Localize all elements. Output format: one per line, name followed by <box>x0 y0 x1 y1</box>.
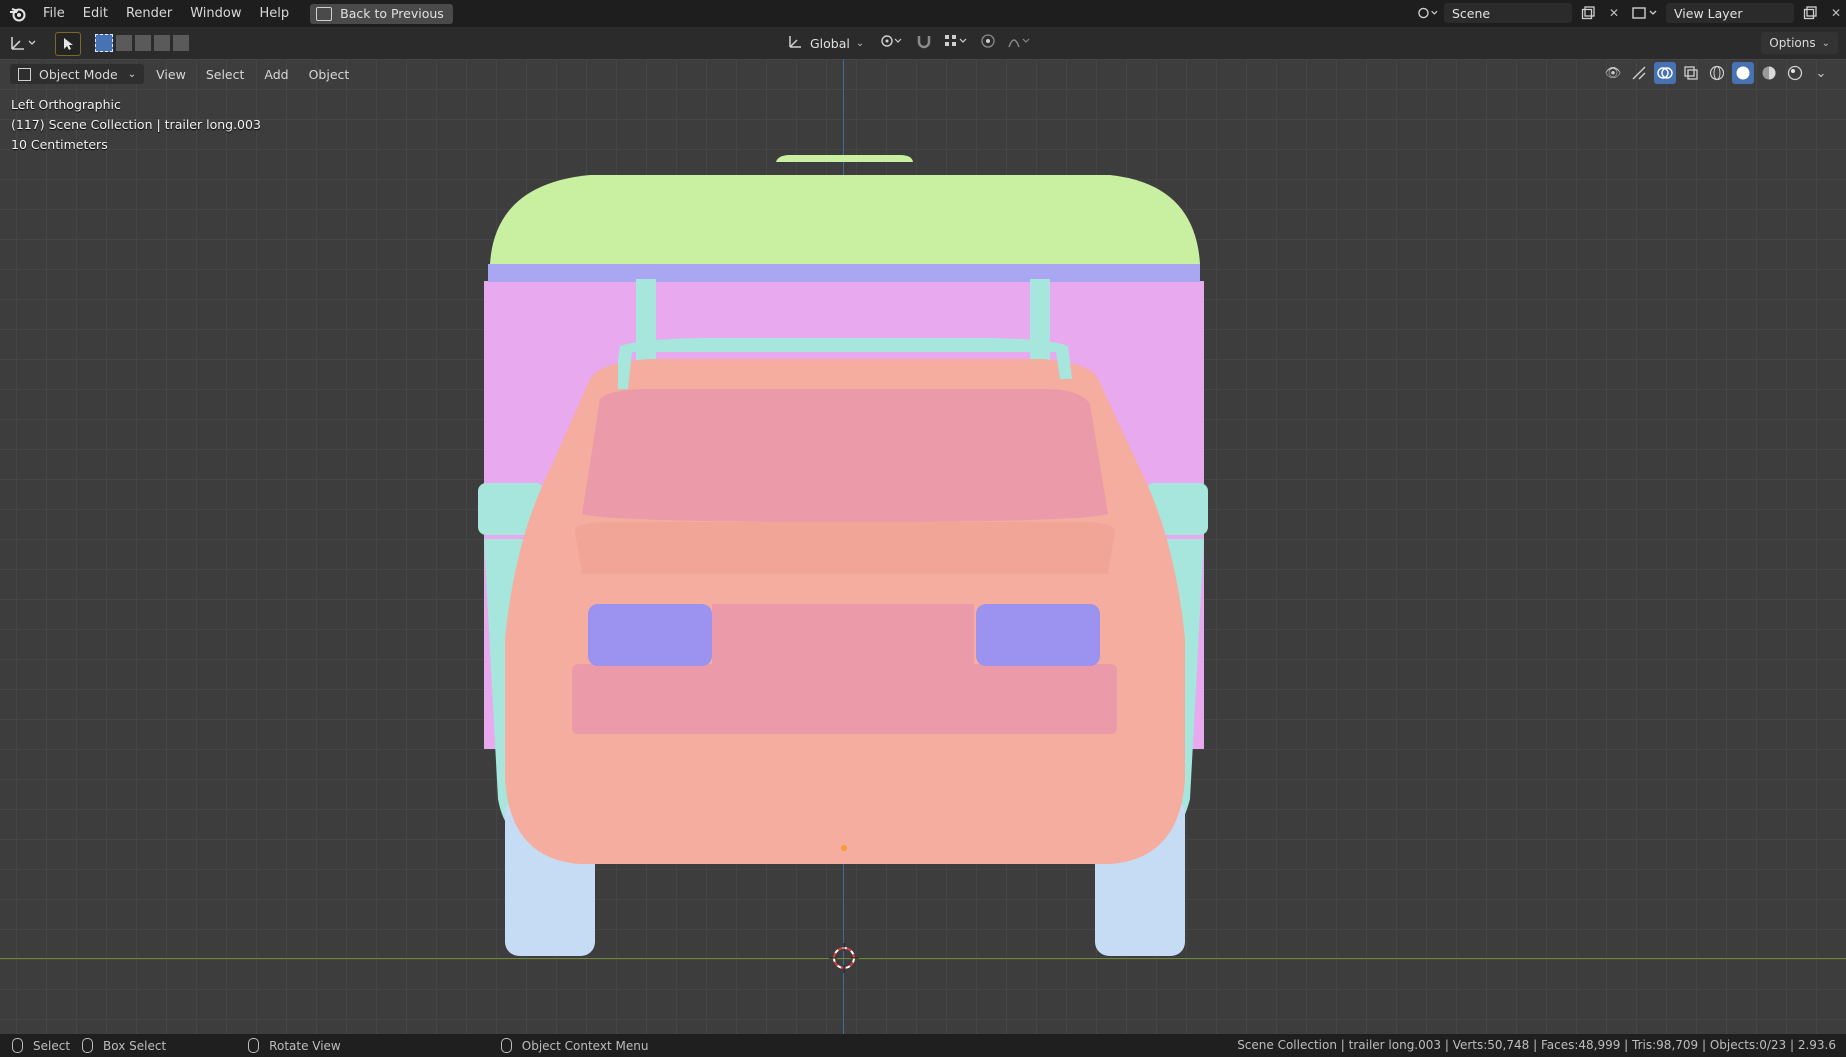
mouse-middle-icon <box>248 1038 260 1053</box>
transform-orientation-dropdown[interactable]: Global ⌄ <box>788 32 864 54</box>
scene-viewlayer-controls: Scene ✕ View Layer ✕ <box>1418 3 1846 23</box>
status-bar: Select Box Select Rotate View Object Con… <box>0 1034 1846 1057</box>
orientation-label: Global <box>810 35 850 51</box>
3d-viewport[interactable]: Object Mode ⌄ View Select Add Object 👁 ⌄… <box>0 59 1846 1034</box>
screen-icon <box>316 6 333 21</box>
options-dropdown[interactable]: Options ⌄ <box>1761 32 1838 54</box>
status-context-menu-label: Object Context Menu <box>521 1038 649 1053</box>
editor-type-icon[interactable] <box>10 32 40 54</box>
scene-statistics: Scene Collection | trailer long.003 | Ve… <box>1237 1038 1836 1052</box>
status-select: Select <box>12 1038 70 1053</box>
select-intersect-icon[interactable] <box>173 35 189 51</box>
scene-name-field[interactable]: Scene <box>1444 3 1572 23</box>
status-rotate-view-label: Rotate View <box>269 1038 341 1053</box>
rear-panel <box>712 604 974 674</box>
rear-window <box>582 389 1108 522</box>
menu-render[interactable]: Render <box>117 0 181 27</box>
scene-selector-icon[interactable] <box>1418 3 1438 23</box>
tweak-tool-icon[interactable] <box>55 32 81 56</box>
camper-roof <box>490 175 1200 264</box>
status-rotate-view: Rotate View <box>248 1038 341 1053</box>
camper-trim-band <box>488 264 1200 282</box>
new-view-layer-icon[interactable] <box>1800 3 1820 23</box>
menu-edit[interactable]: Edit <box>74 0 117 27</box>
chevron-down-icon: ⌄ <box>855 37 865 49</box>
tail-light-right <box>976 604 1100 666</box>
chevron-down-icon: ⌄ <box>1821 37 1830 49</box>
tail-light-left <box>588 604 712 666</box>
delete-scene-icon[interactable]: ✕ <box>1604 3 1624 23</box>
mouse-drag-icon <box>82 1038 94 1053</box>
status-context-menu: Object Context Menu <box>500 1038 649 1053</box>
menu-window[interactable]: Window <box>181 0 250 27</box>
select-extend-icon[interactable] <box>116 35 132 51</box>
trunk-lid <box>575 522 1115 574</box>
snap-magnet-icon[interactable] <box>916 33 932 53</box>
camper-roof-vent <box>776 155 913 162</box>
options-label: Options <box>1769 36 1816 50</box>
orientation-icon <box>788 33 804 53</box>
mouse-right-icon <box>500 1038 512 1053</box>
select-invert-icon[interactable] <box>154 35 170 51</box>
menu-file[interactable]: File <box>34 0 74 27</box>
scene-name: Scene <box>1452 5 1491 21</box>
camper-car-model[interactable] <box>0 59 1846 1034</box>
status-box-select: Box Select <box>82 1038 166 1053</box>
status-box-select-label: Box Select <box>103 1038 167 1053</box>
3d-cursor-icon[interactable] <box>829 943 859 973</box>
tool-header: Global ⌄ Options ⌄ <box>0 27 1846 59</box>
snap-target-icon[interactable] <box>944 33 968 53</box>
pivot-point-icon[interactable] <box>880 33 904 53</box>
blender-logo-icon[interactable] <box>8 4 28 24</box>
view-layer-name: View Layer <box>1674 5 1743 21</box>
object-origin-dot <box>841 845 847 851</box>
license-plate-area <box>572 664 1117 734</box>
pivot-snap-controls <box>880 32 1032 54</box>
menu-help[interactable]: Help <box>251 0 299 27</box>
mouse-left-icon <box>12 1038 23 1053</box>
selection-mode-group <box>95 32 189 54</box>
delete-view-layer-icon[interactable]: ✕ <box>1826 3 1846 23</box>
new-scene-icon[interactable] <box>1578 3 1598 23</box>
back-to-previous-button[interactable]: Back to Previous <box>310 3 453 24</box>
falloff-curve-icon[interactable] <box>1008 33 1032 53</box>
top-menu-bar: File Edit Render Window Help Back to Pre… <box>0 0 1846 27</box>
view-layer-field[interactable]: View Layer <box>1666 3 1794 23</box>
back-to-previous-label: Back to Previous <box>340 6 444 21</box>
proportional-editing-icon[interactable] <box>980 33 996 53</box>
status-select-label: Select <box>33 1038 71 1053</box>
select-new-icon[interactable] <box>95 34 113 52</box>
select-subtract-icon[interactable] <box>135 35 151 51</box>
view-layer-selector-icon[interactable] <box>1630 3 1660 23</box>
